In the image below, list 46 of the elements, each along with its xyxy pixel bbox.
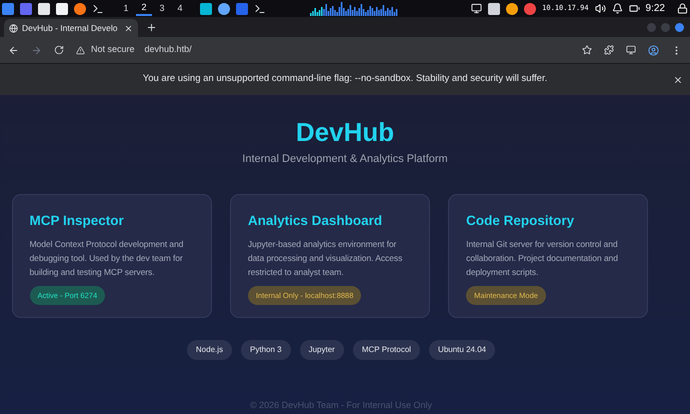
terminal-icon[interactable] — [92, 2, 104, 14]
app-icon[interactable] — [506, 2, 518, 14]
warning-icon — [76, 46, 85, 54]
battery-icon[interactable] — [628, 3, 640, 14]
card-title: Analytics Dashboard — [248, 212, 384, 230]
url-text: devhub.htb/ — [144, 43, 192, 56]
workspace-button[interactable]: 3 — [154, 1, 170, 16]
globe-icon — [9, 24, 18, 32]
extensions-icon[interactable] — [604, 45, 614, 55]
card-title: MCP Inspector — [30, 212, 125, 230]
profile-icon[interactable] — [648, 44, 659, 56]
clock: 9:22 — [646, 2, 665, 16]
volume-icon[interactable] — [594, 3, 606, 14]
new-tab-icon[interactable] — [146, 22, 157, 33]
bookmark-icon[interactable] — [582, 45, 592, 55]
security-label: Not secure — [91, 43, 135, 56]
bell-icon[interactable] — [612, 3, 623, 14]
page-subtitle: Internal Development & Analytics Platform — [242, 152, 448, 167]
app-icon[interactable] — [200, 2, 212, 14]
tech-tag: MCP Protocol — [352, 340, 420, 360]
browser-tab[interactable]: DevHub - Internal Develo — [4, 19, 138, 37]
cpu-graph-icon — [310, 1, 400, 16]
tech-tag: Jupyter — [300, 340, 344, 360]
close-icon[interactable] — [124, 24, 133, 32]
forward-icon[interactable] — [31, 44, 42, 56]
back-icon[interactable] — [8, 44, 19, 56]
workspace-button[interactable]: 1 — [118, 1, 134, 16]
lock-icon[interactable] — [677, 3, 688, 14]
infobar-message: You are using an unsupported command-line flag: --no-sandbox. Stability and security will suffer. — [142, 72, 548, 86]
monitor-icon[interactable] — [471, 3, 482, 14]
cast-icon[interactable] — [626, 45, 636, 55]
card-title: Code Repository — [466, 212, 576, 230]
reload-icon[interactable] — [54, 45, 64, 55]
tech-tag: Ubuntu 24.04 — [429, 340, 496, 360]
terminal-icon[interactable] — [254, 2, 266, 14]
card-description: Internal Git server for version control and collaboration. Project documentation and deployment scripts. — [466, 238, 619, 279]
workspace-button[interactable]: 4 — [172, 1, 188, 16]
page-title: DevHub — [296, 117, 394, 147]
tech-tag: Python 3 — [241, 340, 291, 360]
card-description: Model Context Protocol development and debugging tool. Used by the dev team for building and testing MCP servers. — [30, 238, 184, 279]
tech-tag: Node.js — [186, 340, 232, 360]
close-icon[interactable] — [673, 74, 683, 84]
close-button[interactable] — [675, 23, 684, 32]
app-icon[interactable] — [488, 2, 500, 14]
card-description: Jupyter-based analytics environment for data processing and visualization. Access restricted to analyst team. — [248, 238, 404, 279]
tab-title: DevHub - Internal Develo — [22, 22, 118, 34]
